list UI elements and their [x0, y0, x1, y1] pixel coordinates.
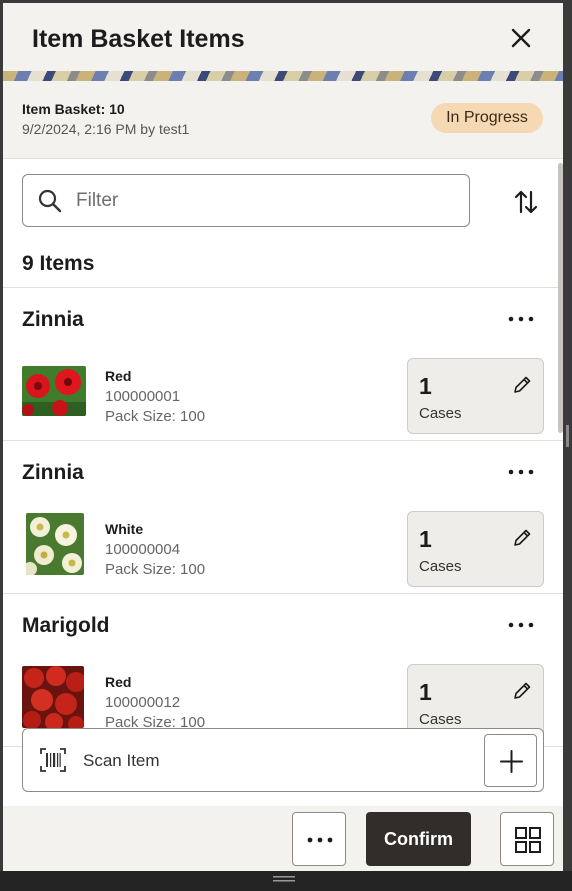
more-icon	[508, 469, 534, 475]
basket-meta: 9/2/2024, 2:16 PM by test1	[22, 121, 190, 137]
confirm-button[interactable]: Confirm	[366, 812, 471, 866]
quantity-value: 1	[419, 679, 432, 705]
decorative-banner	[3, 71, 563, 81]
edit-icon	[514, 682, 531, 699]
item-thumbnail	[26, 513, 84, 575]
list-item: Zinnia Red 100000001 Pack Size: 100 1 Ca…	[3, 288, 563, 441]
item-list: Zinnia Red 100000001 Pack Size: 100 1 Ca…	[3, 287, 563, 747]
item-name: Zinnia	[22, 461, 84, 484]
more-actions-button[interactable]	[292, 812, 346, 866]
item-name: Marigold	[22, 614, 110, 637]
item-more-button[interactable]	[503, 308, 539, 330]
quantity-value: 1	[419, 526, 432, 552]
basket-summary: Item Basket: 10 9/2/2024, 2:16 PM by tes…	[3, 81, 563, 159]
basket-name: Item Basket: 10	[22, 101, 125, 117]
quantity-value: 1	[419, 373, 432, 399]
close-button[interactable]	[508, 25, 534, 51]
page-title: Item Basket Items	[32, 25, 245, 53]
item-pack-size: Pack Size: 100	[105, 561, 206, 578]
item-code: 100000004	[105, 541, 181, 558]
more-icon	[307, 837, 333, 843]
sort-button[interactable]	[511, 187, 541, 217]
grid-icon	[515, 827, 541, 853]
add-item-button[interactable]	[484, 734, 537, 787]
quantity-unit: Cases	[419, 405, 462, 422]
item-count: 9 Items	[22, 252, 95, 275]
item-more-button[interactable]	[503, 461, 539, 483]
item-code: 100000001	[105, 388, 181, 405]
side-resize-handle[interactable]	[566, 425, 569, 447]
more-icon	[508, 622, 534, 628]
quantity-card[interactable]: 1 Cases	[407, 511, 544, 587]
panel-header: Item Basket Items	[3, 3, 563, 71]
quantity-unit: Cases	[419, 558, 462, 575]
barcode-icon	[40, 748, 66, 772]
item-name: Zinnia	[22, 308, 84, 331]
more-icon	[508, 316, 534, 322]
grid-view-button[interactable]	[500, 812, 554, 866]
item-thumbnail	[22, 366, 86, 416]
close-icon	[511, 28, 531, 48]
edit-icon	[514, 376, 531, 393]
item-attribute: White	[105, 521, 144, 537]
item-more-button[interactable]	[503, 614, 539, 636]
sort-icon	[514, 190, 538, 214]
footer-toolbar: Confirm	[3, 806, 563, 871]
plus-icon	[500, 750, 523, 773]
search-icon	[38, 189, 62, 213]
quantity-unit: Cases	[419, 711, 462, 728]
scan-item-bar[interactable]: Scan Item	[22, 728, 544, 792]
filter-input[interactable]	[76, 185, 456, 217]
list-scrollbar[interactable]	[558, 163, 563, 433]
drag-handle-icon[interactable]	[273, 875, 295, 883]
edit-icon	[514, 529, 531, 546]
filter-field[interactable]	[22, 174, 470, 227]
item-thumbnail	[22, 666, 84, 728]
item-pack-size: Pack Size: 100	[105, 408, 206, 425]
list-item: Marigold Red 100000012 Pack Size: 100 1 …	[3, 594, 563, 747]
scan-item-label: Scan Item	[83, 751, 160, 770]
item-attribute: Red	[105, 368, 132, 384]
list-item: Zinnia White 100000004 Pack Size: 100 1 …	[3, 441, 563, 594]
status-badge: In Progress	[431, 103, 543, 133]
item-basket-panel: Item Basket Items Item Basket: 10 9/2/20…	[3, 3, 563, 871]
item-code: 100000012	[105, 694, 181, 711]
item-attribute: Red	[105, 674, 132, 690]
quantity-card[interactable]: 1 Cases	[407, 358, 544, 434]
